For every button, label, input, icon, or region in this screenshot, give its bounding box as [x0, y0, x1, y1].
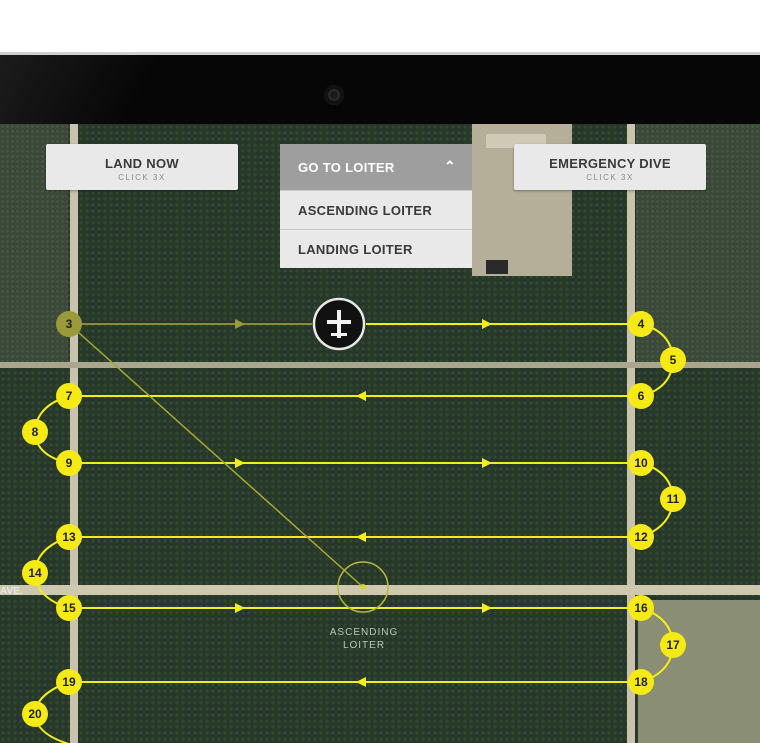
- waypoint-15[interactable]: 15: [56, 595, 82, 621]
- map-screen[interactable]: 3 4 5 6 7 8 9 10 11 12 13 14 15 16 17 18…: [0, 124, 760, 743]
- waypoint-20[interactable]: 20: [22, 701, 48, 727]
- top-background: [0, 0, 760, 52]
- camera-icon: [324, 85, 344, 105]
- waypoint-5[interactable]: 5: [660, 347, 686, 373]
- loiter-label-line1: ASCENDING: [329, 627, 399, 638]
- waypoint-12[interactable]: 12: [628, 524, 654, 550]
- loiter-dropdown[interactable]: GO TO LOITER ⌃ ASCENDING LOITER LANDING …: [280, 144, 472, 268]
- svg-text:8: 8: [32, 425, 39, 439]
- svg-text:20: 20: [28, 707, 42, 721]
- svg-text:9: 9: [66, 456, 73, 470]
- waypoint-13[interactable]: 13: [56, 524, 82, 550]
- aircraft-icon[interactable]: [312, 297, 366, 351]
- waypoint-10[interactable]: 10: [628, 450, 654, 476]
- waypoint-18[interactable]: 18: [628, 669, 654, 695]
- waypoint-6[interactable]: 6: [628, 383, 654, 409]
- device-bezel: [0, 52, 760, 124]
- waypoint-3[interactable]: 3: [56, 311, 82, 337]
- svg-text:15: 15: [62, 601, 76, 615]
- waypoint-17[interactable]: 17: [660, 632, 686, 658]
- svg-text:17: 17: [666, 638, 680, 652]
- chevron-up-icon: ⌃: [443, 158, 456, 174]
- emergency-dive-sublabel: CLICK 3X: [586, 173, 634, 182]
- emergency-dive-label: EMERGENCY DIVE: [549, 156, 671, 171]
- svg-text:6: 6: [638, 389, 645, 403]
- bare-field: [638, 600, 760, 743]
- svg-text:18: 18: [634, 675, 648, 689]
- waypoint-8[interactable]: 8: [22, 419, 48, 445]
- waypoint-11[interactable]: 11: [660, 486, 686, 512]
- land-now-label: LAND NOW: [105, 156, 179, 171]
- waypoint-19[interactable]: 19: [56, 669, 82, 695]
- svg-text:7: 7: [66, 389, 73, 403]
- farm-building-dark: [486, 260, 508, 274]
- svg-text:3: 3: [66, 317, 73, 331]
- street-label: AVE.: [0, 586, 23, 597]
- svg-text:4: 4: [638, 317, 645, 331]
- waypoint-16[interactable]: 16: [628, 595, 654, 621]
- bezel-reflection: [0, 55, 234, 124]
- svg-text:16: 16: [634, 601, 648, 615]
- waypoint-9[interactable]: 9: [56, 450, 82, 476]
- dropdown-option-landing-loiter[interactable]: LANDING LOITER: [280, 229, 472, 268]
- land-now-sublabel: CLICK 3X: [118, 173, 166, 182]
- svg-text:10: 10: [634, 456, 648, 470]
- svg-text:5: 5: [670, 353, 677, 367]
- waypoint-4[interactable]: 4: [628, 311, 654, 337]
- loiter-label: ASCENDING LOITER: [316, 626, 412, 652]
- svg-text:19: 19: [62, 675, 76, 689]
- road-vertical-right: [627, 124, 635, 743]
- waypoint-7[interactable]: 7: [56, 383, 82, 409]
- dropdown-option-ascending-loiter[interactable]: ASCENDING LOITER: [280, 190, 472, 229]
- loiter-label-line2: LOITER: [342, 640, 386, 651]
- svg-text:14: 14: [28, 566, 42, 580]
- svg-text:11: 11: [667, 492, 680, 506]
- loiter-dropdown-selected: GO TO LOITER: [298, 159, 395, 175]
- road-horizontal-2: [0, 585, 760, 595]
- waypoint-14[interactable]: 14: [22, 560, 48, 586]
- land-now-button[interactable]: LAND NOW CLICK 3X: [46, 144, 238, 190]
- svg-text:12: 12: [634, 530, 648, 544]
- svg-text:13: 13: [62, 530, 76, 544]
- emergency-dive-button[interactable]: EMERGENCY DIVE CLICK 3X: [514, 144, 706, 190]
- road-vertical-left: [70, 124, 78, 743]
- loiter-dropdown-toggle[interactable]: GO TO LOITER ⌃: [280, 144, 472, 190]
